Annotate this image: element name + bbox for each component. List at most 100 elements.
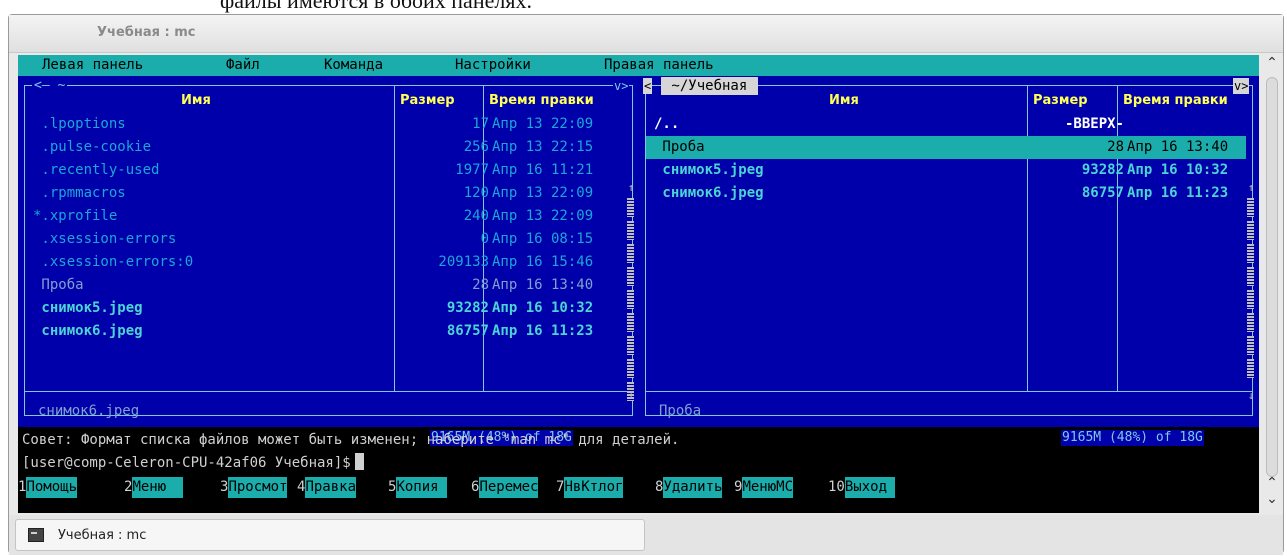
file-row[interactable]: снимок5.jpeg 93282 Апр 16 10:32 — [25, 297, 625, 320]
right-header-mtime[interactable]: Время правки — [1123, 90, 1228, 112]
scrollbar-segment — [627, 313, 634, 332]
scroll-up-arrow-icon-2[interactable]: ⌃ — [1263, 475, 1281, 491]
file-mtime: Апр 13 22:09 — [492, 185, 594, 201]
file-name: снимок5.jpeg — [33, 300, 143, 316]
fkey-label: Перемес — [479, 477, 539, 498]
right-header-size[interactable]: Размер — [1033, 90, 1088, 112]
right-mini-status-divider — [645, 391, 1253, 392]
file-size: 86757 — [1081, 185, 1124, 201]
file-mtime: Апр 16 15:46 — [492, 254, 594, 270]
terminal-screen[interactable]: Левая панель Файл Команда Настройки Прав… — [18, 55, 1259, 513]
fkey-label: Удалить — [663, 477, 723, 498]
fkey-number: 1 — [18, 479, 27, 495]
scrollbar-segment — [627, 267, 634, 286]
left-header-size[interactable]: Размер — [400, 90, 455, 112]
terminal-window: Учебная : mc Левая панель Файл Команда Н… — [8, 14, 1284, 555]
left-panel-path[interactable]: <— ~ — [32, 78, 68, 94]
file-row[interactable]: Проба 28 Апр 16 13:40 — [646, 136, 1246, 159]
file-name: /.. — [654, 116, 680, 132]
right-panel-left-tag[interactable]: < — [643, 78, 653, 94]
left-mini-status-divider — [24, 391, 633, 392]
left-scrollbar[interactable] — [627, 198, 635, 405]
scrollbar-segment — [627, 221, 634, 240]
menu-right-panel[interactable]: Правая панель — [604, 55, 714, 76]
file-row[interactable]: снимок6.jpeg 86757 Апр 16 11:23 — [25, 320, 625, 343]
fkey-8[interactable]: 8Удалить — [655, 477, 723, 498]
scroll-down-arrow-icon[interactable]: ⌄ — [1263, 491, 1281, 507]
fkey-9[interactable]: 9МенюМС — [734, 477, 794, 498]
window-scrollbar[interactable]: ⌃ ⌃ ⌄ — [1263, 55, 1281, 513]
fkey-number: 6 — [471, 479, 480, 495]
left-panel-corner[interactable]: v> — [613, 78, 630, 94]
right-scrollbar[interactable] — [1247, 198, 1255, 382]
file-row[interactable]: .xsession-errors 0 Апр 16 08:15 — [25, 228, 625, 251]
file-row[interactable]: .pulse-cookie 256 Апр 13 22:15 — [25, 136, 625, 159]
fkey-number: 4 — [297, 479, 306, 495]
scrollbar-track[interactable] — [1266, 77, 1278, 477]
fkey-number: 3 — [220, 479, 229, 495]
left-panel[interactable]: <— ~ v> Имя Размер Время правки .lpoptio… — [18, 76, 639, 446]
right-scroll-up-icon[interactable]: ↑ — [1247, 180, 1255, 196]
file-row[interactable]: Проба 28 Апр 16 13:40 — [25, 274, 625, 297]
file-row[interactable]: *.xprofile 240 Апр 13 22:09 — [25, 205, 625, 228]
prompt-text: [user@comp-Celeron-CPU-42af06 Учебная]$ — [22, 455, 351, 471]
text-cursor — [354, 453, 364, 470]
menu-file[interactable]: Файл — [226, 55, 260, 76]
file-name: .xsession-errors — [33, 231, 177, 247]
fkey-2[interactable]: 2Меню — [124, 477, 184, 498]
fkey-7[interactable]: 7НвКтлог — [556, 477, 624, 498]
scroll-up-arrow-icon[interactable]: ⌃ — [1263, 55, 1281, 71]
fkey-1[interactable]: 1Помощь — [18, 477, 78, 498]
file-row[interactable]: .xsession-errors:0 209133 Апр 16 15:46 — [25, 251, 625, 274]
file-row[interactable]: .recently-used 1977 Апр 16 11:21 — [25, 159, 625, 182]
fkey-10[interactable]: 10Выход — [828, 477, 896, 498]
file-row[interactable]: снимок6.jpeg 86757 Апр 16 11:23 — [646, 182, 1246, 205]
title-bar[interactable]: Учебная : mc — [9, 15, 1283, 53]
file-row[interactable]: .lpoptions 17 Апр 13 22:09 — [25, 113, 625, 136]
right-panel[interactable]: < ~/Учебная v> Имя Размер Время правки /… — [639, 76, 1259, 446]
right-scroll-down-icon[interactable]: ↓ — [1247, 388, 1255, 404]
fkey-number: 5 — [388, 479, 397, 495]
fkey-3[interactable]: 3Просмот — [220, 477, 288, 498]
file-size: 1977 — [455, 162, 489, 178]
scrollbar-segment — [1247, 221, 1254, 240]
file-row[interactable]: снимок5.jpeg 93282 Апр 16 10:32 — [646, 159, 1246, 182]
left-header-mtime[interactable]: Время правки — [489, 90, 594, 112]
menu-left-panel[interactable]: Левая панель — [42, 55, 143, 76]
file-name: Проба — [654, 139, 705, 155]
right-panel-path[interactable]: ~/Учебная — [661, 77, 758, 95]
file-size: 93282 — [1081, 162, 1124, 178]
fkey-6[interactable]: 6Перемес — [471, 477, 539, 498]
command-prompt[interactable]: [user@comp-Celeron-CPU-42af06 Учебная]$ — [22, 452, 364, 474]
right-free-space: 9165M (48%) of 18G — [1061, 430, 1204, 446]
left-scroll-up-icon[interactable]: ↑ — [627, 180, 635, 196]
file-mtime: Апр 13 22:09 — [492, 208, 594, 224]
file-row[interactable]: /.. -ВВЕРХ- — [646, 113, 1246, 136]
menu-command[interactable]: Команда — [324, 55, 383, 76]
left-header-name[interactable]: Имя — [181, 90, 211, 112]
fkey-label: Просмот — [228, 477, 288, 498]
fkey-4[interactable]: 4Правка — [297, 477, 357, 498]
file-name: снимок6.jpeg — [33, 323, 143, 339]
file-size: 209133 — [438, 254, 489, 270]
left-mini-status: снимок6.jpeg — [38, 403, 140, 419]
file-name: .xsession-errors:0 — [33, 254, 194, 270]
right-header-name[interactable]: Имя — [829, 90, 859, 112]
file-mtime: Апр 16 11:23 — [1127, 185, 1229, 201]
right-mini-status: Проба — [659, 403, 702, 419]
file-row[interactable]: .rpmmacros 120 Апр 13 22:09 — [25, 182, 625, 205]
file-size: 240 — [463, 208, 489, 224]
fkey-5[interactable]: 5Копия — [388, 477, 448, 498]
scrollbar-segment — [1247, 290, 1254, 309]
menu-settings[interactable]: Настройки — [455, 55, 531, 76]
file-size: 120 — [463, 185, 489, 201]
scrollbar-segment — [627, 290, 634, 309]
fkey-label: Копия — [396, 477, 448, 498]
fkey-label: Помощь — [26, 477, 78, 498]
file-mtime: Апр 16 10:32 — [1127, 162, 1229, 178]
left-scroll-down-icon[interactable]: ↓ — [627, 388, 635, 404]
right-panel-corner[interactable]: v> — [1233, 78, 1250, 94]
file-size: -ВВЕРХ- — [1064, 116, 1124, 132]
taskbar-item-mc[interactable]: Учебная : mc — [15, 519, 645, 551]
scrollbar-segment — [627, 359, 634, 378]
